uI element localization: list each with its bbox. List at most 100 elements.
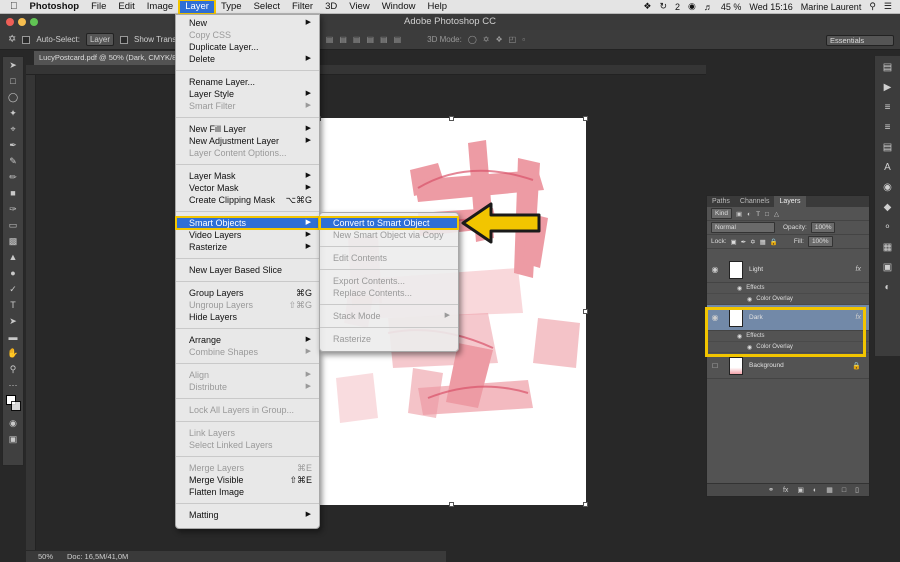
layer-menu-item-vector-mask[interactable]: Vector Mask ▶ xyxy=(176,182,319,194)
quick-mask-icon[interactable]: ◉ xyxy=(3,415,23,431)
menu-image[interactable]: Image xyxy=(141,0,179,14)
character-icon[interactable]: A xyxy=(877,158,899,176)
menu-edit[interactable]: Edit xyxy=(112,0,140,14)
fx-icon[interactable]: fx xyxy=(856,266,861,273)
transform-handle[interactable] xyxy=(449,116,454,121)
menu-view[interactable]: View xyxy=(343,0,375,14)
styles-icon[interactable]: ▣ xyxy=(877,258,899,276)
show-transform-checkbox[interactable] xyxy=(119,35,128,44)
quick-select-tool-icon[interactable]: ✦ xyxy=(3,105,23,121)
blur-tool-icon[interactable]: ▲ xyxy=(3,249,23,265)
swatches-icon[interactable]: ▦ xyxy=(877,238,899,256)
menu-window[interactable]: Window xyxy=(376,0,422,14)
user-name[interactable]: Marine Laurent xyxy=(801,2,862,12)
tab-paths[interactable]: Paths xyxy=(707,196,735,207)
color-swatches[interactable] xyxy=(3,393,23,415)
properties-icon[interactable]: ≡ xyxy=(877,118,899,136)
layer-menu-item-new-fill-layer[interactable]: New Fill Layer ▶ xyxy=(176,123,319,135)
clock[interactable]: Wed 15:16 xyxy=(749,2,792,12)
stamp-tool-icon[interactable]: ■ xyxy=(3,185,23,201)
document-tab[interactable]: LucyPostcard.pdf @ 50% (Dark, CMYK/8*) xyxy=(34,51,180,65)
search-icon[interactable]: ⚲ xyxy=(869,1,876,12)
tab-channels[interactable]: Channels xyxy=(735,196,775,207)
minimize-icon[interactable] xyxy=(18,18,26,26)
zoom-icon[interactable] xyxy=(30,18,38,26)
layer-name[interactable]: Light xyxy=(749,266,763,273)
gradient-tool-icon[interactable]: ▩ xyxy=(3,233,23,249)
transform-handle[interactable] xyxy=(449,502,454,507)
visibility-box[interactable]: □ xyxy=(707,361,723,370)
fill-input[interactable]: 100% xyxy=(807,236,833,247)
path-select-tool-icon[interactable]: ➤ xyxy=(3,313,23,329)
dodge-tool-icon[interactable]: ● xyxy=(3,265,23,281)
link-icon[interactable]: ⚭ xyxy=(768,486,774,494)
close-icon[interactable] xyxy=(6,18,14,26)
kind-filter-dropdown[interactable]: Kind xyxy=(711,208,733,219)
folder-icon[interactable]: ▦ xyxy=(826,486,833,494)
menu-select[interactable]: Select xyxy=(248,0,286,14)
auto-select-dropdown[interactable]: Layer xyxy=(85,33,114,46)
trash-icon[interactable]: ▯ xyxy=(855,486,859,494)
layer-menu-item-create-clipping-mask[interactable]: Create Clipping Mask ⌥⌘G xyxy=(176,194,319,206)
layer-menu-item-matting[interactable]: Matting ▶ xyxy=(176,509,319,521)
effect-row[interactable]: ◉ Color Overlay xyxy=(707,294,869,305)
move-tool-icon[interactable]: ➤ xyxy=(3,57,23,73)
history-brush-icon[interactable]: ✑ xyxy=(3,201,23,217)
layer-menu-item-layer-mask[interactable]: Layer Mask ▶ xyxy=(176,170,319,182)
layer-menu-item-rename-layer[interactable]: Rename Layer... xyxy=(176,76,319,88)
pen-tool-icon[interactable]: ✓ xyxy=(3,281,23,297)
play-icon[interactable]: ▶ xyxy=(877,78,899,96)
menu-3d[interactable]: 3D xyxy=(319,0,343,14)
layer-menu-item-arrange[interactable]: Arrange ▶ xyxy=(176,334,319,346)
menu-type[interactable]: Type xyxy=(215,0,248,14)
marquee-tool-icon[interactable]: □ xyxy=(3,73,23,89)
mask-icon[interactable]: ▣ xyxy=(797,486,804,494)
zoom-tool-icon[interactable]: ⚲ xyxy=(3,361,23,377)
color-icon[interactable]: ◐ xyxy=(877,278,899,296)
eye-icon[interactable]: ◉ xyxy=(737,285,742,292)
channels-icon[interactable]: ⚬ xyxy=(877,218,899,236)
list-icon[interactable]: ☰ xyxy=(884,1,892,12)
hand-tool-icon[interactable]: ✋ xyxy=(3,345,23,361)
smart-objects-item-convert-to-smart-object[interactable]: Convert to Smart Object xyxy=(319,216,459,230)
sync-icon[interactable]: ↻ xyxy=(659,1,667,12)
transform-handle[interactable] xyxy=(583,502,588,507)
lock-icon[interactable]: 🔒 xyxy=(852,362,861,370)
layer-menu-item-group-layers[interactable]: Group Layers ⌘G xyxy=(176,287,319,299)
3d-mode-icons[interactable]: ◯✡❖◰▫ xyxy=(468,35,531,44)
layer-menu-item-hide-layers[interactable]: Hide Layers xyxy=(176,311,319,323)
adjustments-icon[interactable]: ▤ xyxy=(877,138,899,156)
doc-size[interactable]: Doc: 16,5M/41,0M xyxy=(67,551,128,562)
apple-menu-icon[interactable]:  xyxy=(4,0,24,14)
eyedropper-tool-icon[interactable]: ✒ xyxy=(3,137,23,153)
transform-handle[interactable] xyxy=(583,116,588,121)
layer-menu-item-rasterize[interactable]: Rasterize ▶ xyxy=(176,241,319,253)
layer-row[interactable]: ◉ Light fx xyxy=(707,257,869,283)
eraser-tool-icon[interactable]: ▭ xyxy=(3,217,23,233)
volume-icon[interactable]: ♬ xyxy=(704,2,713,12)
wifi-icon[interactable]: ◉ xyxy=(688,1,696,12)
layer-menu-item-flatten-image[interactable]: Flatten Image xyxy=(176,486,319,498)
screen-mode-icon[interactable]: ▣ xyxy=(3,431,23,447)
blend-mode-dropdown[interactable]: Normal xyxy=(711,222,775,233)
opacity-input[interactable]: 100% xyxy=(810,222,836,233)
layer-menu-item-layer-style[interactable]: Layer Style ▶ xyxy=(176,88,319,100)
filter-icons[interactable]: ▣◐T□△ xyxy=(736,210,784,218)
healing-tool-icon[interactable]: ✎ xyxy=(3,153,23,169)
app-menu[interactable]: Photoshop xyxy=(24,0,86,14)
eye-icon[interactable]: ◉ xyxy=(707,265,723,274)
transform-handle[interactable] xyxy=(583,309,588,314)
layers-icon[interactable]: ◆ xyxy=(877,198,899,216)
layer-name[interactable]: Background xyxy=(749,362,784,369)
adjustment-icon[interactable]: ◐ xyxy=(813,487,817,494)
dropbox-icon[interactable]: ❖ xyxy=(643,1,651,12)
more-tools-icon[interactable]: ⋯ xyxy=(3,377,23,393)
layer-menu-item-new-adjustment-layer[interactable]: New Adjustment Layer ▶ xyxy=(176,135,319,147)
menu-layer[interactable]: Layer xyxy=(178,0,216,15)
brush-tool-icon[interactable]: ✏ xyxy=(3,169,23,185)
menu-filter[interactable]: Filter xyxy=(286,0,319,14)
layer-menu-item-merge-visible[interactable]: Merge Visible ⇧⌘E xyxy=(176,474,319,486)
shape-tool-icon[interactable]: ▬ xyxy=(3,329,23,345)
battery-percent[interactable]: 45 % xyxy=(721,2,742,12)
layer-menu-item-smart-objects[interactable]: Smart Objects ▶ xyxy=(175,216,320,230)
